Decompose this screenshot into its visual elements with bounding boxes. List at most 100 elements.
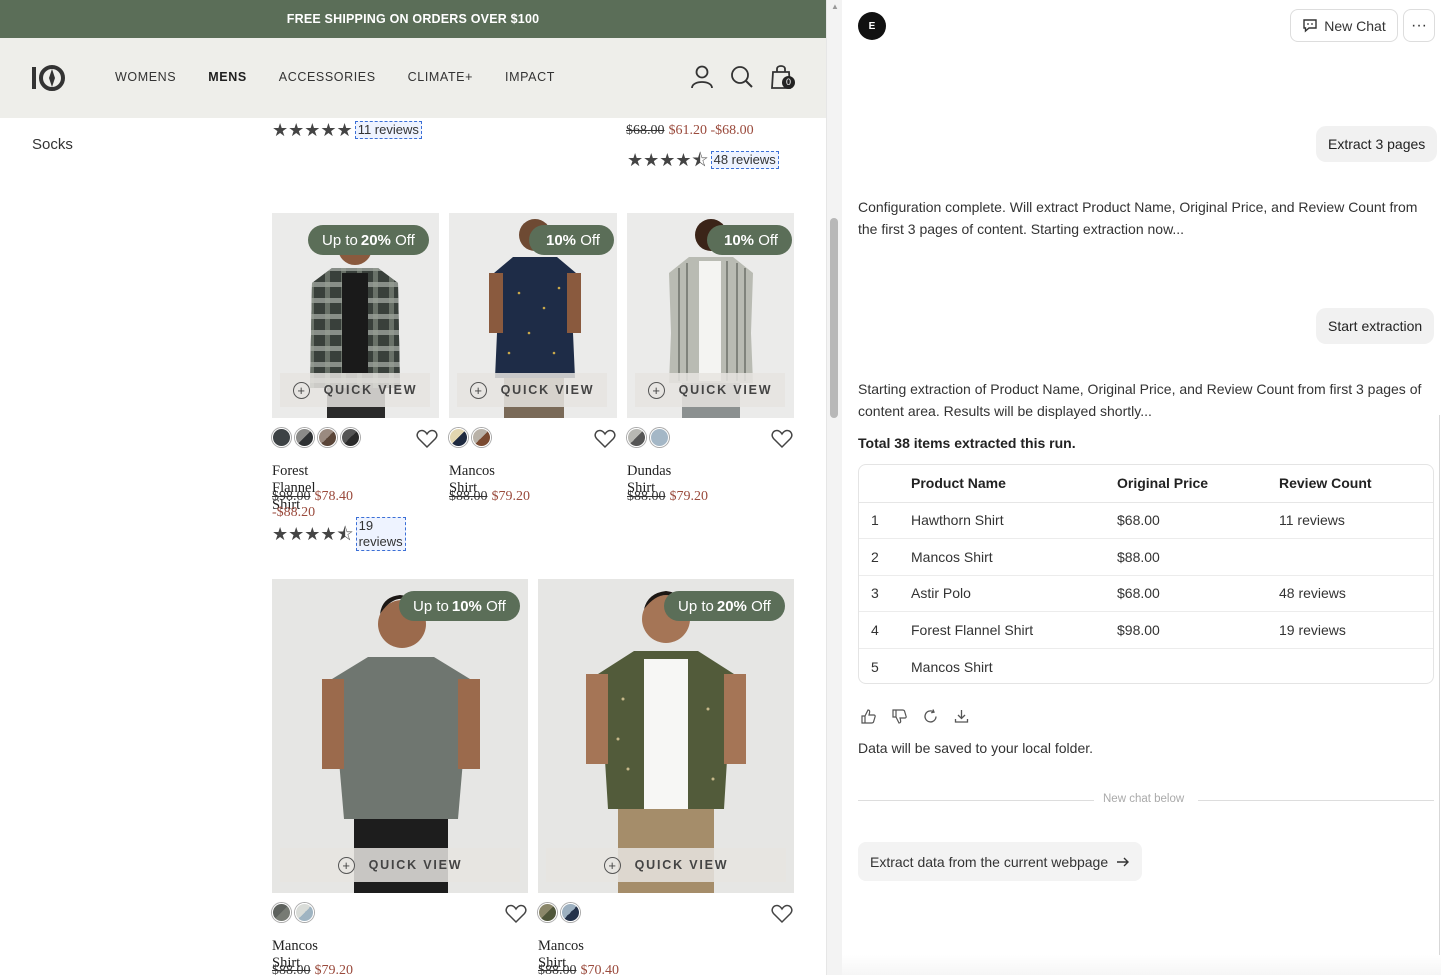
discount-badge: Up to 20% Off [308, 225, 429, 255]
table-cell: 11 reviews [1279, 502, 1433, 540]
table-row: 5 Mancos Shirt [859, 648, 1433, 683]
color-swatch[interactable] [318, 428, 337, 447]
original-price: $88.00 [449, 489, 488, 504]
color-swatch[interactable] [341, 428, 360, 447]
table-cell: 48 reviews [1279, 575, 1433, 613]
color-swatch[interactable] [627, 428, 646, 447]
color-swatch[interactable] [272, 428, 291, 447]
product-image[interactable]: Up to 10% Off + QUICK VIEW [272, 579, 528, 893]
divider-line [858, 800, 1094, 801]
page-scrollbar[interactable]: ▲ [826, 0, 842, 975]
plus-icon: + [647, 381, 665, 399]
reviews-link[interactable]: 48 reviews [710, 151, 779, 169]
sale-price: $79.20 [491, 489, 531, 504]
badge-percent: 10% [724, 231, 755, 249]
table-cell: $98.00 [1117, 611, 1279, 649]
brand-logo[interactable] [30, 63, 70, 93]
badge-percent: 20% [716, 597, 747, 615]
nav-climate[interactable]: CLIMATE+ [408, 70, 473, 84]
suggestion-chip[interactable]: Extract data from the current webpage [858, 842, 1143, 881]
promo-banner: FREE SHIPPING ON ORDERS OVER $100 [0, 0, 826, 38]
quick-view-button[interactable]: + QUICK VIEW [280, 373, 430, 407]
table-cell: 3 [859, 575, 911, 613]
user-message: Extract 3 pages [1316, 126, 1438, 162]
color-swatch[interactable] [295, 903, 314, 922]
rating-row: ★★★★⯪ 48 reviews [627, 151, 779, 169]
heart-icon[interactable] [771, 429, 793, 449]
color-swatch[interactable] [272, 903, 291, 922]
quick-view-button[interactable]: + QUICK VIEW [635, 373, 785, 407]
heart-icon[interactable] [594, 429, 616, 449]
product-image[interactable]: 10% Off + QUICK VIEW [449, 213, 617, 418]
table-cell: 4 [859, 611, 911, 649]
star-rating: ★★★★★ [272, 120, 353, 140]
assistant-message: Configuration complete. Will extract Pro… [858, 199, 1418, 237]
quick-view-button[interactable]: + QUICK VIEW [280, 848, 520, 882]
account-icon[interactable] [689, 63, 715, 91]
table-cell: 1 [859, 502, 911, 540]
original-price: $68.00 [626, 123, 665, 138]
reviews-link[interactable]: 11 reviews [354, 121, 422, 139]
divider-line [1198, 800, 1434, 801]
plus-icon: + [292, 381, 310, 399]
shop-page: FREE SHIPPING ON ORDERS OVER $100 WOMENS… [0, 0, 826, 975]
chat-scrollbar[interactable] [1439, 415, 1440, 975]
scroll-up-icon[interactable]: ▲ [831, 2, 839, 11]
sidebar-item-socks[interactable]: Socks [32, 136, 73, 153]
column-header: Product Name [911, 465, 1117, 503]
heart-icon[interactable] [771, 904, 793, 924]
site-header: WOMENS MENS ACCESSORIES CLIMATE+ IMPACT … [0, 38, 826, 118]
badge-prefix: Up to [678, 597, 714, 615]
table-cell: 19 reviews [1279, 611, 1433, 649]
table-cell: Astir Polo [911, 575, 1117, 613]
column-header [859, 465, 911, 503]
regenerate-icon[interactable] [922, 708, 939, 725]
color-swatch[interactable] [561, 903, 580, 922]
quick-view-label: QUICK VIEW [500, 383, 595, 397]
product-image[interactable]: 10% Off + QUICK VIEW [627, 213, 794, 418]
nav-mens[interactable]: MENS [208, 70, 247, 84]
table-cell [1279, 648, 1433, 683]
suggestion-label: Extract data from the current webpage [870, 853, 1109, 870]
heart-icon[interactable] [505, 904, 527, 924]
color-swatch[interactable] [449, 428, 468, 447]
quick-view-button[interactable]: + QUICK VIEW [546, 848, 786, 882]
nav-womens[interactable]: WOMENS [115, 70, 176, 84]
plus-icon: + [603, 856, 621, 874]
table-cell: $88.00 [1117, 538, 1279, 576]
quick-view-button[interactable]: + QUICK VIEW [457, 373, 607, 407]
color-swatches [538, 903, 580, 922]
extraction-summary: Total 38 items extracted this run. [858, 435, 1076, 451]
reviews-link[interactable]: 19 reviews [355, 517, 406, 551]
thumbs-down-icon[interactable] [891, 708, 908, 725]
avatar[interactable]: E [858, 12, 886, 40]
cart-count: 0 [782, 76, 795, 89]
model-photo [538, 579, 794, 893]
color-swatch[interactable] [538, 903, 557, 922]
sale-price: $79.20 [669, 489, 709, 504]
badge-suffix: Off [758, 231, 778, 249]
cart-button[interactable]: 0 [769, 63, 795, 91]
plus-icon: + [469, 381, 487, 399]
new-chat-button[interactable]: New Chat [1290, 9, 1398, 42]
thumbs-up-icon[interactable] [860, 708, 877, 725]
assistant-message: Data will be saved to your local folder. [858, 740, 1094, 756]
screen: FREE SHIPPING ON ORDERS OVER $100 WOMENS… [0, 0, 1441, 975]
new-chat-icon [1303, 19, 1317, 33]
search-icon[interactable] [729, 63, 755, 91]
product-image[interactable]: Up to 20% Off + QUICK VIEW [538, 579, 794, 893]
nav-accessories[interactable]: ACCESSORIES [279, 70, 376, 84]
badge-percent: 10% [546, 231, 577, 249]
table-cell [1279, 538, 1433, 576]
more-options-button[interactable]: ··· [1403, 9, 1435, 42]
product-image[interactable]: Up to 20% Off + QUICK VIEW [272, 213, 439, 418]
nav-impact[interactable]: IMPACT [505, 70, 555, 84]
color-swatch[interactable] [650, 428, 669, 447]
color-swatch[interactable] [295, 428, 314, 447]
color-swatches [449, 428, 491, 447]
discount-badge: Up to 20% Off [664, 591, 785, 621]
color-swatch[interactable] [472, 428, 491, 447]
scrollbar-thumb[interactable] [830, 218, 838, 418]
heart-icon[interactable] [416, 429, 438, 449]
download-icon[interactable] [953, 708, 970, 725]
